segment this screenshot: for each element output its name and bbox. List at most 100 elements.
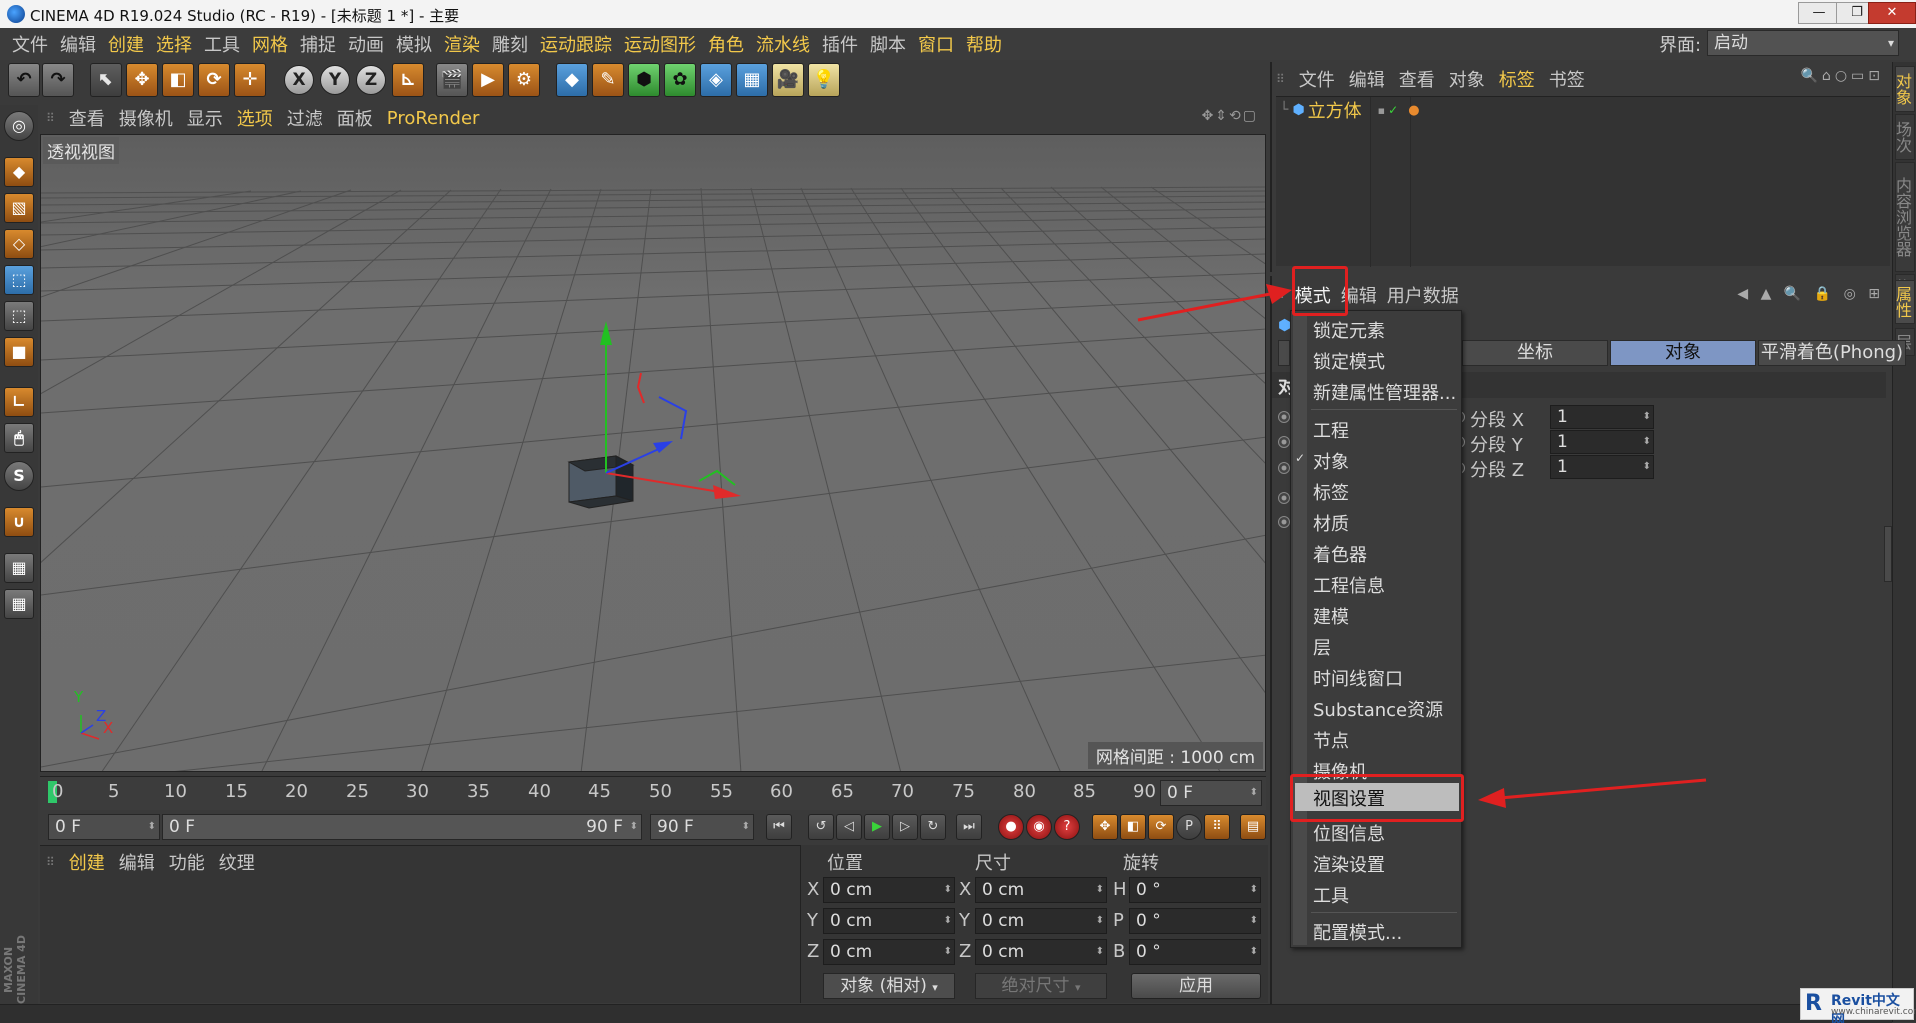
- size-mode-select[interactable]: 绝对尺寸 ▾: [975, 973, 1107, 999]
- size-x-field[interactable]: 0 cm ⬍: [975, 877, 1107, 903]
- menu-help[interactable]: 帮助: [966, 31, 1002, 57]
- segments-x-field[interactable]: 1 ⬍: [1550, 405, 1654, 429]
- key-parameter-button[interactable]: P: [1176, 814, 1202, 840]
- segments-z-field[interactable]: 1 ⬍: [1550, 455, 1654, 479]
- menu-plugins[interactable]: 插件: [822, 31, 858, 57]
- rotate-tool-button[interactable]: ⟳: [198, 63, 230, 97]
- menu-item-modeling[interactable]: 建模: [1313, 603, 1349, 629]
- pos-y-field[interactable]: 0 cm ⬍: [823, 908, 955, 934]
- object-list[interactable]: └ ⬢ 立方体 ▪ ✓ ●: [1276, 96, 1890, 267]
- menu-select[interactable]: 选择: [156, 31, 192, 57]
- om-menu-tags[interactable]: 标签: [1499, 66, 1535, 92]
- next-frame-button[interactable]: ▷: [892, 814, 918, 840]
- om-menu-objects[interactable]: 对象: [1449, 66, 1485, 92]
- recent-tool-button[interactable]: ✛: [234, 63, 266, 97]
- x-axis-lock-button[interactable]: X: [284, 65, 314, 95]
- model-mode-button[interactable]: ◆: [4, 157, 34, 187]
- subdivision-surface-button[interactable]: ⬢: [628, 63, 660, 97]
- current-frame-field[interactable]: 0 F ⬍: [1160, 780, 1262, 806]
- menu-item-bitmap-info[interactable]: 位图信息: [1313, 820, 1385, 846]
- workplane-lock-button[interactable]: ▦: [4, 553, 34, 583]
- light-button[interactable]: 💡: [808, 63, 840, 97]
- object-manager-toolbar-icons[interactable]: 🔍⌂○▭⊡: [1801, 68, 1885, 84]
- render-view-button[interactable]: 🎬: [436, 63, 468, 97]
- scale-tool-button[interactable]: ◧: [162, 63, 194, 97]
- material-menu-texture[interactable]: 纹理: [219, 849, 255, 875]
- viewport-menu-display[interactable]: 显示: [187, 105, 223, 131]
- goto-previous-key-button[interactable]: ↺: [808, 814, 834, 840]
- edges-mode-button[interactable]: ⬚: [4, 301, 34, 331]
- menu-file[interactable]: 文件: [12, 31, 48, 57]
- goto-start-button[interactable]: ⏮: [766, 814, 792, 840]
- key-point-level-button[interactable]: ⠿: [1204, 814, 1230, 840]
- am-menu-user-data[interactable]: 用户数据: [1387, 282, 1459, 308]
- menu-render[interactable]: 渲染: [444, 31, 480, 57]
- tweak-mode-button[interactable]: 🖱: [4, 423, 34, 453]
- menu-item-shader[interactable]: 着色器: [1313, 541, 1367, 567]
- om-menu-bookmarks[interactable]: 书签: [1549, 66, 1585, 92]
- vtab-objects[interactable]: 对象: [1893, 66, 1915, 112]
- key-rotation-button[interactable]: ⟳: [1148, 814, 1174, 840]
- y-axis-lock-button[interactable]: Y: [320, 65, 350, 95]
- polygons-mode-button[interactable]: ■: [4, 337, 34, 367]
- camera-button[interactable]: 🎥: [772, 63, 804, 97]
- layout-select[interactable]: 启动 ▾: [1707, 30, 1899, 56]
- prop-tab-phong[interactable]: 平滑着色(Phong): [1758, 340, 1906, 366]
- menu-script[interactable]: 脚本: [870, 31, 906, 57]
- rot-b-field[interactable]: 0 ° ⬍: [1129, 939, 1261, 965]
- apply-button[interactable]: 应用: [1131, 973, 1261, 999]
- magnet-tool-button[interactable]: ∪: [4, 507, 34, 537]
- menu-item-lock-mode[interactable]: 锁定模式: [1313, 348, 1385, 374]
- minimize-button[interactable]: —: [1798, 2, 1840, 24]
- prop-tab-coordinates[interactable]: 坐标: [1462, 340, 1608, 366]
- menu-item-project[interactable]: 工程: [1313, 417, 1349, 443]
- live-selection-button[interactable]: ⬉: [90, 63, 122, 97]
- menu-motion-tracking[interactable]: 运动跟踪: [540, 31, 612, 57]
- key-scale-button[interactable]: ◧: [1120, 814, 1146, 840]
- previous-frame-button[interactable]: ◁: [836, 814, 862, 840]
- autokey-button[interactable]: ◉: [1026, 814, 1052, 840]
- material-menu-edit[interactable]: 编辑: [119, 849, 155, 875]
- prop-tab-basic[interactable]: [1278, 340, 1290, 366]
- close-button[interactable]: ✕: [1868, 2, 1916, 24]
- z-axis-lock-button[interactable]: Z: [356, 65, 386, 95]
- preview-range-slider[interactable]: 0 F 90 F ⬍: [162, 814, 642, 840]
- menu-animate[interactable]: 动画: [348, 31, 384, 57]
- redo-button[interactable]: ↷: [42, 63, 74, 97]
- menu-create[interactable]: 创建: [108, 31, 144, 57]
- goto-end-button[interactable]: ⏭: [956, 814, 982, 840]
- enabled-check-icon[interactable]: ✓: [1388, 103, 1398, 117]
- workplane-mode-button[interactable]: ◇: [4, 229, 34, 259]
- menu-item-node[interactable]: 节点: [1313, 727, 1349, 753]
- coordinate-mode-select[interactable]: 对象 (相对) ▾: [823, 973, 955, 999]
- menu-mograph[interactable]: 运动图形: [624, 31, 696, 57]
- vtab-takes[interactable]: 场次: [1893, 114, 1915, 160]
- pos-z-field[interactable]: 0 cm ⬍: [823, 939, 955, 965]
- render-picture-viewer-button[interactable]: ▶: [472, 63, 504, 97]
- coordinate-system-button[interactable]: ⊾: [392, 63, 424, 97]
- material-menu-function[interactable]: 功能: [169, 849, 205, 875]
- om-menu-view[interactable]: 查看: [1399, 66, 1435, 92]
- menu-item-configure-modes[interactable]: 配置模式...: [1313, 919, 1402, 945]
- side-scroll-tab[interactable]: [1884, 526, 1892, 582]
- viewport-menu-view[interactable]: 查看: [69, 105, 105, 131]
- viewport-menu-prorender[interactable]: ProRender: [387, 108, 480, 129]
- animate-radio[interactable]: [1278, 462, 1290, 474]
- end-frame-field[interactable]: 90 F ⬍: [650, 814, 754, 840]
- size-y-field[interactable]: 0 cm ⬍: [975, 908, 1107, 934]
- undo-button[interactable]: ↶: [8, 63, 40, 97]
- key-position-button[interactable]: ✥: [1092, 814, 1118, 840]
- rot-h-field[interactable]: 0 ° ⬍: [1129, 877, 1261, 903]
- rot-p-field[interactable]: 0 ° ⬍: [1129, 908, 1261, 934]
- floor-environment-button[interactable]: ▦: [736, 63, 768, 97]
- segments-y-field[interactable]: 1 ⬍: [1550, 430, 1654, 454]
- om-menu-file[interactable]: 文件: [1299, 66, 1335, 92]
- pen-spline-button[interactable]: ✎: [592, 63, 624, 97]
- menu-item-layer[interactable]: 层: [1313, 634, 1331, 660]
- animate-radio[interactable]: [1278, 436, 1290, 448]
- menu-snap[interactable]: 捕捉: [300, 31, 336, 57]
- texture-mode-button[interactable]: ▧: [4, 193, 34, 223]
- axis-mode-button[interactable]: ∟: [4, 387, 34, 417]
- menu-item-new-attribute-manager[interactable]: 新建属性管理器...: [1313, 379, 1456, 405]
- menu-edit[interactable]: 编辑: [60, 31, 96, 57]
